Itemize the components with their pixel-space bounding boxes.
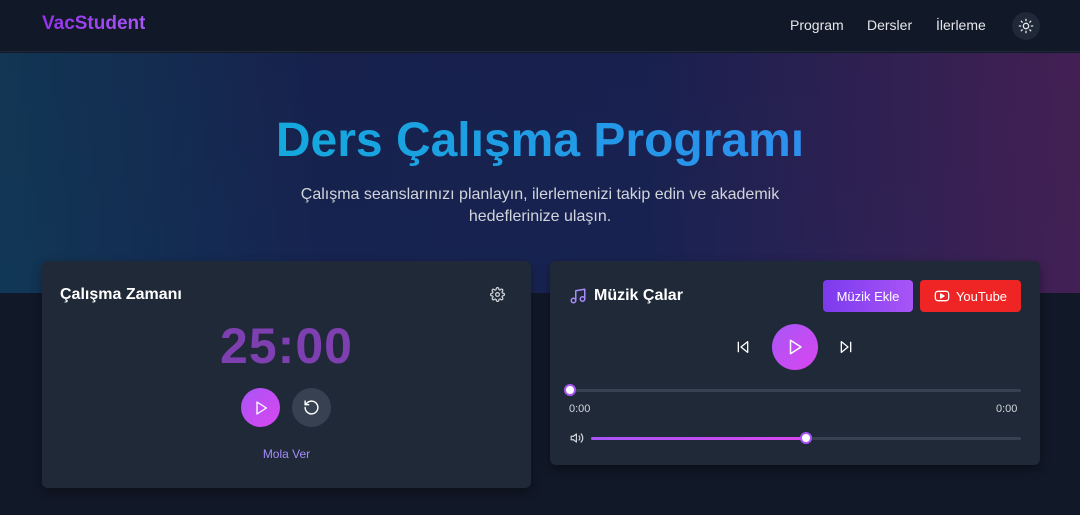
theme-toggle-button[interactable] <box>1012 12 1040 40</box>
page-subtitle: Çalışma seanslarınızı planlayın, ilerlem… <box>300 186 780 225</box>
play-icon <box>255 400 267 415</box>
previous-track-button[interactable] <box>734 338 752 356</box>
timer-reset-button[interactable] <box>292 388 331 427</box>
reset-icon <box>304 400 319 415</box>
add-music-label: Müzik Ekle <box>836 288 900 304</box>
timer-display: 25:00 <box>220 318 353 374</box>
add-music-button[interactable]: Müzik Ekle <box>823 280 913 312</box>
nav-link-program[interactable]: Program <box>790 17 844 33</box>
youtube-icon <box>934 290 950 302</box>
progress-thumb[interactable] <box>564 384 576 396</box>
volume-thumb[interactable] <box>800 432 812 444</box>
duration-time: 0:00 <box>996 403 1018 415</box>
brand-logo[interactable]: VacStudent <box>42 13 145 35</box>
next-track-button[interactable] <box>837 338 855 356</box>
timer-play-button[interactable] <box>241 388 280 427</box>
skip-forward-icon <box>840 341 852 353</box>
sun-icon <box>1018 18 1034 34</box>
youtube-button[interactable]: YouTube <box>920 280 1021 312</box>
navbar: VacStudent Program Dersler İlerleme <box>0 0 1080 52</box>
nav-link-dersler[interactable]: Dersler <box>867 17 912 33</box>
volume-fill <box>591 437 806 440</box>
skip-back-icon <box>737 341 749 353</box>
gear-icon <box>489 286 505 302</box>
page-title: Ders Çalışma Programı <box>0 113 1080 168</box>
break-button[interactable]: Mola Ver <box>42 447 531 461</box>
music-play-button[interactable] <box>772 324 818 370</box>
volume-icon[interactable] <box>569 431 585 445</box>
youtube-label: YouTube <box>955 288 1008 304</box>
timer-title: Çalışma Zamanı <box>60 286 182 303</box>
progress-track[interactable] <box>570 389 1021 392</box>
music-player-card: Müzik Çalar Müzik Ekle YouTube 0:00 0:00 <box>550 261 1040 465</box>
current-time: 0:00 <box>569 403 591 415</box>
music-title: Müzik Çalar <box>594 287 683 304</box>
timer-settings-button[interactable] <box>489 286 505 302</box>
play-icon <box>789 339 802 355</box>
hero-section: Ders Çalışma Programı Çalışma seansların… <box>0 53 1080 293</box>
music-note-icon <box>569 287 587 305</box>
study-timer-card: Çalışma Zamanı 25:00 Mola Ver <box>42 261 531 488</box>
nav-link-ilerleme[interactable]: İlerleme <box>936 17 986 33</box>
